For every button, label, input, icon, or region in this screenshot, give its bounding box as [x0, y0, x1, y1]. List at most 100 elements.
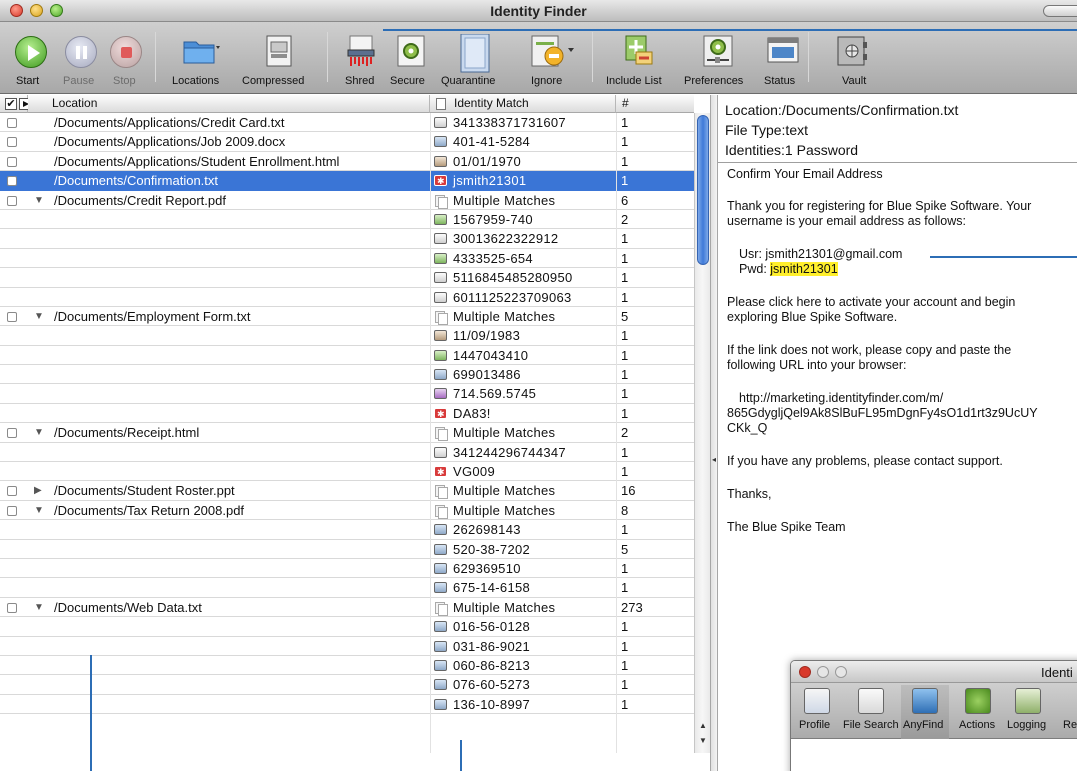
- close-window-button[interactable]: [799, 666, 811, 678]
- row-checkbox[interactable]: [7, 486, 17, 497]
- table-row[interactable]: 016-56-0128 1: [0, 617, 694, 637]
- row-checkbox[interactable]: [7, 602, 17, 613]
- select-all-checkbox[interactable]: ✔: [5, 98, 17, 110]
- row-checkbox[interactable]: [7, 505, 17, 516]
- row-checkbox[interactable]: [7, 176, 17, 187]
- actions-button[interactable]: Actions: [957, 685, 999, 731]
- document-icon: [436, 98, 446, 110]
- table-row[interactable]: 520-38-7202 5: [0, 540, 694, 559]
- disclosure-expanded-icon[interactable]: ▼: [34, 191, 44, 210]
- status-button[interactable]: [766, 34, 800, 68]
- disclosure-expanded-icon[interactable]: ▼: [34, 598, 44, 617]
- profile-button[interactable]: Profile: [799, 685, 835, 731]
- table-row[interactable]: 1567959-740 2: [0, 210, 694, 230]
- row-count: 1: [621, 386, 629, 402]
- table-row[interactable]: /Documents/Applications/Job 2009.docx 401…: [0, 132, 694, 152]
- disclosure-collapsed-icon[interactable]: ▶: [34, 481, 42, 500]
- table-row[interactable]: 076-60-5273 1: [0, 675, 694, 695]
- row-identity-match: 076-60-5273: [453, 677, 531, 693]
- row-count: 2: [621, 425, 629, 441]
- table-row[interactable]: 6011125223709063 1: [0, 288, 694, 307]
- row-location: /Documents/Employment Form.txt: [54, 308, 251, 324]
- count-column-header[interactable]: #: [616, 95, 694, 113]
- stop-button[interactable]: [110, 36, 142, 68]
- minimize-window-button[interactable]: [817, 666, 829, 678]
- pwd-match-icon: [434, 172, 447, 191]
- table-row[interactable]: VG009 1: [0, 462, 694, 482]
- table-row[interactable]: /Documents/Confirmation.txt jsmith21301 1: [0, 171, 694, 191]
- table-row[interactable]: 136-10-8997 1: [0, 695, 694, 715]
- table-row[interactable]: ▼ /Documents/Web Data.txt Multiple Matches…: [0, 598, 694, 618]
- card-match-icon: [434, 446, 447, 458]
- logging-button[interactable]: Logging: [1005, 685, 1051, 731]
- toolbar-toggle-button[interactable]: [1043, 5, 1077, 17]
- row-checkbox[interactable]: [7, 156, 17, 167]
- results-scrollbar[interactable]: ▲ ▼: [694, 113, 710, 753]
- row-checkbox[interactable]: [7, 195, 17, 206]
- table-row[interactable]: ▶ /Documents/Student Roster.ppt Multiple M…: [0, 481, 694, 501]
- table-row[interactable]: 714.569.5745 1: [0, 384, 694, 404]
- include-list-button[interactable]: [622, 34, 656, 68]
- identity-match-column-header[interactable]: Identity Match: [430, 95, 616, 113]
- second-window: Identi Profile File Search AnyFind Actio…: [790, 660, 1077, 771]
- preview-line: username is your email address as follow…: [727, 214, 966, 228]
- zoom-window-button[interactable]: [835, 666, 847, 678]
- row-checkbox[interactable]: [7, 428, 17, 439]
- table-row[interactable]: 699013486 1: [0, 365, 694, 385]
- collapse-arrow-icon[interactable]: ◂: [712, 455, 716, 464]
- scroll-up-arrow[interactable]: ▲: [699, 721, 707, 730]
- table-row[interactable]: 30013622322912 1: [0, 229, 694, 249]
- start-button[interactable]: [15, 36, 47, 68]
- disclosure-expanded-icon[interactable]: ▼: [34, 307, 44, 326]
- shred-button[interactable]: [344, 34, 378, 68]
- location-column-header[interactable]: Location: [28, 95, 430, 113]
- table-row[interactable]: 629369510 1: [0, 559, 694, 579]
- table-row[interactable]: ▼ /Documents/Credit Report.pdf Multiple Ma…: [0, 191, 694, 210]
- table-row[interactable]: 675-14-6158 1: [0, 578, 694, 598]
- ssn-match-icon: [434, 543, 447, 555]
- table-row[interactable]: DA83! 1: [0, 404, 694, 424]
- preview-line: Thanks,: [727, 487, 772, 501]
- scroll-down-arrow[interactable]: ▼: [699, 736, 707, 745]
- row-checkbox[interactable]: [7, 118, 17, 128]
- preview-line: Please click here to activate your accou…: [727, 295, 1016, 309]
- row-checkbox[interactable]: [7, 311, 17, 322]
- vault-button[interactable]: [835, 34, 869, 68]
- disclosure-expanded-icon[interactable]: ▼: [34, 423, 44, 442]
- pane-splitter[interactable]: ◂: [710, 95, 718, 771]
- secure-button[interactable]: [394, 34, 428, 68]
- table-row[interactable]: ▼ /Documents/Employment Form.txt Multiple …: [0, 307, 694, 327]
- compressed-button[interactable]: [262, 34, 296, 68]
- pause-button[interactable]: [65, 36, 97, 68]
- table-row[interactable]: /Documents/Applications/Student Enrollme…: [0, 152, 694, 172]
- header-checkbox-column[interactable]: ✔: [0, 95, 31, 113]
- callout-line: [90, 655, 92, 771]
- ignore-button[interactable]: [530, 34, 574, 68]
- preferences-button[interactable]: [701, 34, 735, 68]
- file-search-button[interactable]: File Search: [843, 685, 899, 731]
- table-row[interactable]: 341244296744347 1: [0, 443, 694, 463]
- table-row[interactable]: 031-86-9021 1: [0, 637, 694, 656]
- table-row[interactable]: 5116845485280950 1: [0, 268, 694, 288]
- table-row[interactable]: 11/09/1983 1: [0, 326, 694, 346]
- row-identity-match: Multiple Matches: [453, 425, 556, 441]
- row-identity-match: 5116845485280950: [453, 270, 573, 286]
- row-checkbox[interactable]: [7, 137, 17, 148]
- table-row[interactable]: 4333525-654 1: [0, 249, 694, 269]
- table-row[interactable]: ▼ /Documents/Tax Return 2008.pdf Multiple …: [0, 501, 694, 521]
- anyfind-button[interactable]: AnyFind: [901, 685, 949, 739]
- table-row[interactable]: 060-86-8213 1: [0, 656, 694, 676]
- preview-line: If the link does not work, please copy a…: [727, 343, 1012, 357]
- table-row[interactable]: ▼ /Documents/Receipt.html Multiple Matches…: [0, 423, 694, 443]
- table-row[interactable]: 262698143 1: [0, 520, 694, 540]
- preview-url: http://marketing.identityfinder.com/m/: [739, 391, 944, 405]
- table-row[interactable]: 1447043410 1: [0, 346, 694, 366]
- quarantine-box-icon: [460, 33, 490, 73]
- phone-match-icon: [434, 388, 447, 400]
- table-row[interactable]: /Documents/Applications/Credit Card.txt 3…: [0, 113, 694, 133]
- locations-button[interactable]: [182, 34, 220, 68]
- row-count: 1: [621, 638, 629, 654]
- scrollbar-thumb[interactable]: [697, 115, 709, 265]
- disclosure-expanded-icon[interactable]: ▼: [34, 501, 44, 520]
- quarantine-button[interactable]: [458, 33, 492, 73]
